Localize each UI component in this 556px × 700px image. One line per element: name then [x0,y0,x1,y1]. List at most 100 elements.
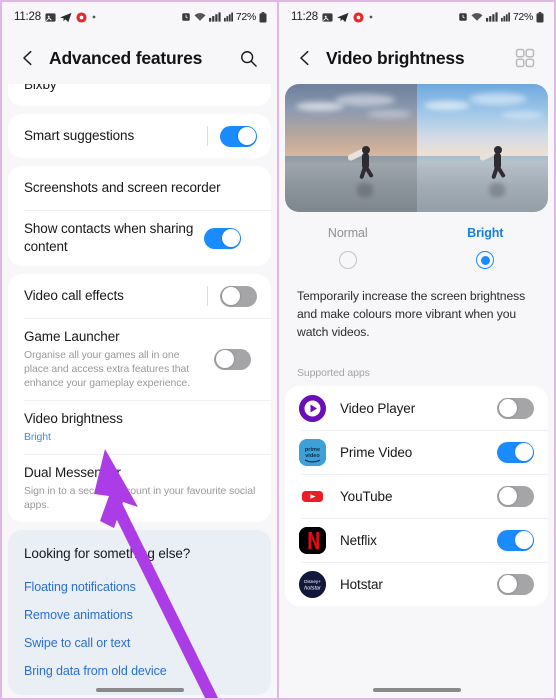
signal2-icon [500,12,510,22]
cloud-shape [366,109,411,118]
hotstar-icon: Disney+ hotstar [299,570,326,598]
toggle-wrap [207,125,257,147]
settings-group-2: Screenshots and screen recorder Show con… [8,166,271,266]
toggle-show-contacts[interactable] [204,227,241,249]
status-time: 11:28 [291,11,318,23]
app-name: YouTube [340,488,393,504]
right-content-scroll[interactable]: Normal Bright Temporarily increase the s… [279,84,554,698]
cloud-shape [295,101,344,111]
battery-percent-label: 72% [235,11,256,23]
netflix-icon [299,526,326,554]
toggle-prime-video[interactable] [497,441,534,463]
search-icon[interactable] [233,43,263,73]
brightness-mode-selector: Normal Bright [279,226,554,269]
svg-text:Disney+: Disney+ [304,579,321,584]
record-icon [76,11,87,23]
supported-apps-list: Video Player prime video Prime Video YouT… [285,386,548,606]
surfer-figure [347,145,379,180]
toggle-knob [514,443,533,461]
list-item-description: Organise all your games all in one place… [24,349,190,389]
status-bar-right: 11:28 72% [279,2,554,32]
toggle-hotstar[interactable] [497,573,534,595]
list-item-bixby[interactable]: Bixby [8,84,271,106]
status-bar-left: 11:28 72% [2,2,277,32]
status-time: 11:28 [14,11,41,23]
list-item-smart-suggestions[interactable]: Smart suggestions [8,114,271,158]
battery-icon [259,11,267,23]
app-row-youtube[interactable]: YouTube [285,474,548,518]
app-row-video-player[interactable]: Video Player [285,386,548,430]
mode-option-bright[interactable]: Bright [417,226,555,269]
svg-text:hotstar: hotstar [304,585,321,591]
link-bring-data-from-old-device[interactable]: Bring data from old device [24,657,255,685]
toggle-knob [498,487,517,505]
vertical-divider [207,126,208,146]
toggle-netflix[interactable] [497,529,534,551]
toggle-smart-suggestions[interactable] [220,125,257,147]
dual-screenshot-container: 11:28 72% Advanced features Bixby Smart … [0,0,556,700]
app-row-prime-video[interactable]: prime video Prime Video [285,430,548,474]
svg-text:video: video [305,453,320,459]
settings-group-3: Video call effects Game Launcher Organis… [8,274,271,522]
home-indicator[interactable] [372,688,461,692]
surfer-reflection [488,182,505,197]
list-item-game-launcher[interactable]: Game Launcher Organise all your games al… [8,318,271,400]
list-item-video-brightness[interactable]: Video brightness Bright [8,400,271,454]
video-player-icon [299,394,326,422]
gallery-icon [45,12,56,23]
telegram-icon [336,12,349,23]
mode-description: Temporarily increase the screen brightne… [297,289,526,339]
apps-grid-icon[interactable] [510,43,540,73]
toggle-video-call-effects[interactable] [220,285,257,307]
app-row-netflix[interactable]: Netflix [285,518,548,562]
signal-icon [485,12,498,22]
back-chevron-icon[interactable] [292,45,318,71]
page-title: Video brightness [326,47,465,68]
telegram-icon [59,12,72,23]
page-title: Advanced features [49,47,203,68]
status-bar-right-group: 72% [458,11,544,23]
home-indicator[interactable] [95,688,184,692]
status-bar-left-group: 11:28 [14,11,97,23]
cloud-shape [500,110,543,119]
preview-sand [416,163,548,212]
toggle-game-launcher[interactable] [214,348,251,370]
link-floating-notifications[interactable]: Floating notifications [24,573,255,601]
app-name: Video Player [340,400,416,416]
list-item-description: Sign in to a second account in your favo… [24,485,256,511]
signal-icon [208,12,221,22]
list-item-label: Game Launcher [24,329,120,344]
back-chevron-icon[interactable] [15,45,41,71]
toggle-youtube[interactable] [497,485,534,507]
toggle-knob [237,127,256,145]
list-item-screenshots-screen-recorder[interactable]: Screenshots and screen recorder [8,166,271,210]
toggle-knob [215,350,234,368]
radio-bright[interactable] [476,251,495,269]
status-bar-right-group: 72% [181,11,267,23]
link-swipe-to-call-or-text[interactable]: Swipe to call or text [24,629,255,657]
settings-group-1: Smart suggestions [8,114,271,158]
list-item-value: Bright [24,431,51,443]
dot-icon [368,14,374,20]
status-bar-left-group: 11:28 [291,11,374,23]
mode-label: Normal [327,226,368,240]
mode-option-normal[interactable]: Normal [279,226,417,269]
surfer-reflection [357,182,374,197]
toggle-wrap [207,285,257,307]
cloud-shape [469,92,528,105]
left-settings-scroll[interactable]: Bixby Smart suggestions Screenshots and … [2,84,277,698]
app-row-hotstar[interactable]: Disney+ hotstar Hotstar [285,562,548,606]
list-item-label: Show contacts when sharing content [24,221,194,254]
normal-preview-image [285,84,417,212]
link-remove-animations[interactable]: Remove animations [24,601,255,629]
prime-video-icon: prime video [299,438,326,466]
radio-normal[interactable] [338,251,357,269]
list-item-dual-messenger[interactable]: Dual Messenger Sign in to a second accou… [8,454,271,522]
looking-for-something-else-panel: Looking for something else? Floating not… [8,530,271,695]
list-item-show-contacts-when-sharing[interactable]: Show contacts when sharing content [8,210,271,266]
right-phone-screen: 11:28 72% Video brightness Normal Bright… [278,0,556,700]
list-item-video-call-effects[interactable]: Video call effects [8,274,271,318]
toggle-knob [498,399,517,417]
toggle-knob [498,575,517,593]
toggle-video-player[interactable] [497,397,534,419]
